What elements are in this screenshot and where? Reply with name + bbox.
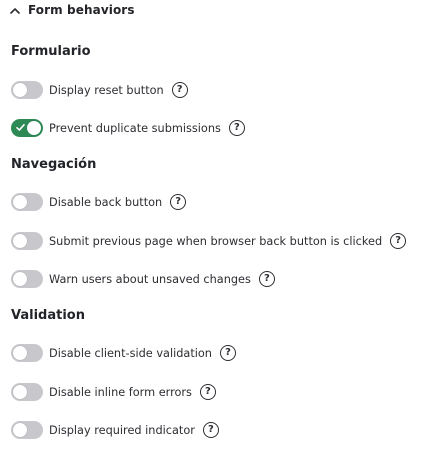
toggle-knob [27,121,41,135]
setting-label: Disable inline form errors [49,385,192,399]
section-title-navegacion: Navegación [11,157,97,172]
setting-display-reset-button: Display reset button ? [11,80,188,100]
toggle-knob [13,272,27,286]
help-icon[interactable]: ? [202,422,219,438]
display-required-indicator-toggle[interactable] [11,421,43,439]
setting-label: Disable client-side validation [49,346,212,360]
setting-label: Display reset button [49,83,164,97]
form-behaviors-title: Form behaviors [28,3,135,17]
toggle-knob [13,346,27,360]
help-icon[interactable]: ? [390,233,407,249]
toggle-knob [13,423,27,437]
chevron-up-icon [9,4,21,16]
toggle-knob [13,195,27,209]
disable-client-side-validation-toggle[interactable] [11,344,43,362]
setting-warn-unsaved-changes: Warn users about unsaved changes ? [11,269,275,289]
setting-submit-previous-page: Submit previous page when browser back b… [11,231,407,251]
setting-prevent-duplicate-submissions: Prevent duplicate submissions ? [11,118,245,138]
prevent-duplicate-submissions-toggle[interactable] [11,119,43,137]
display-reset-button-toggle[interactable] [11,81,43,99]
section-title-validation: Validation [11,308,85,323]
setting-display-required-indicator: Display required indicator ? [11,420,219,440]
setting-label: Submit previous page when browser back b… [49,234,383,248]
help-icon[interactable]: ? [228,120,245,136]
warn-unsaved-changes-toggle[interactable] [11,270,43,288]
setting-disable-inline-form-errors: Disable inline form errors ? [11,382,216,402]
help-icon[interactable]: ? [199,384,216,400]
setting-disable-back-button: Disable back button ? [11,192,187,212]
help-icon[interactable]: ? [170,194,187,210]
help-icon[interactable]: ? [258,271,275,287]
disable-inline-form-errors-toggle[interactable] [11,383,43,401]
setting-label: Disable back button [49,195,163,209]
setting-disable-client-side-validation: Disable client-side validation ? [11,343,236,363]
form-behaviors-panel: Form behaviors Formulario Display reset … [0,0,423,456]
help-icon[interactable]: ? [219,345,236,361]
section-title-formulario: Formulario [11,44,91,59]
submit-previous-page-toggle[interactable] [11,232,43,250]
help-icon[interactable]: ? [171,82,188,98]
toggle-knob [13,234,27,248]
toggle-knob [13,83,27,97]
check-icon [16,123,25,131]
form-behaviors-toggle[interactable]: Form behaviors [9,0,135,20]
setting-label: Warn users about unsaved changes [49,272,251,286]
toggle-knob [13,385,27,399]
disable-back-button-toggle[interactable] [11,193,43,211]
setting-label: Display required indicator [49,423,195,437]
setting-label: Prevent duplicate submissions [49,121,221,135]
